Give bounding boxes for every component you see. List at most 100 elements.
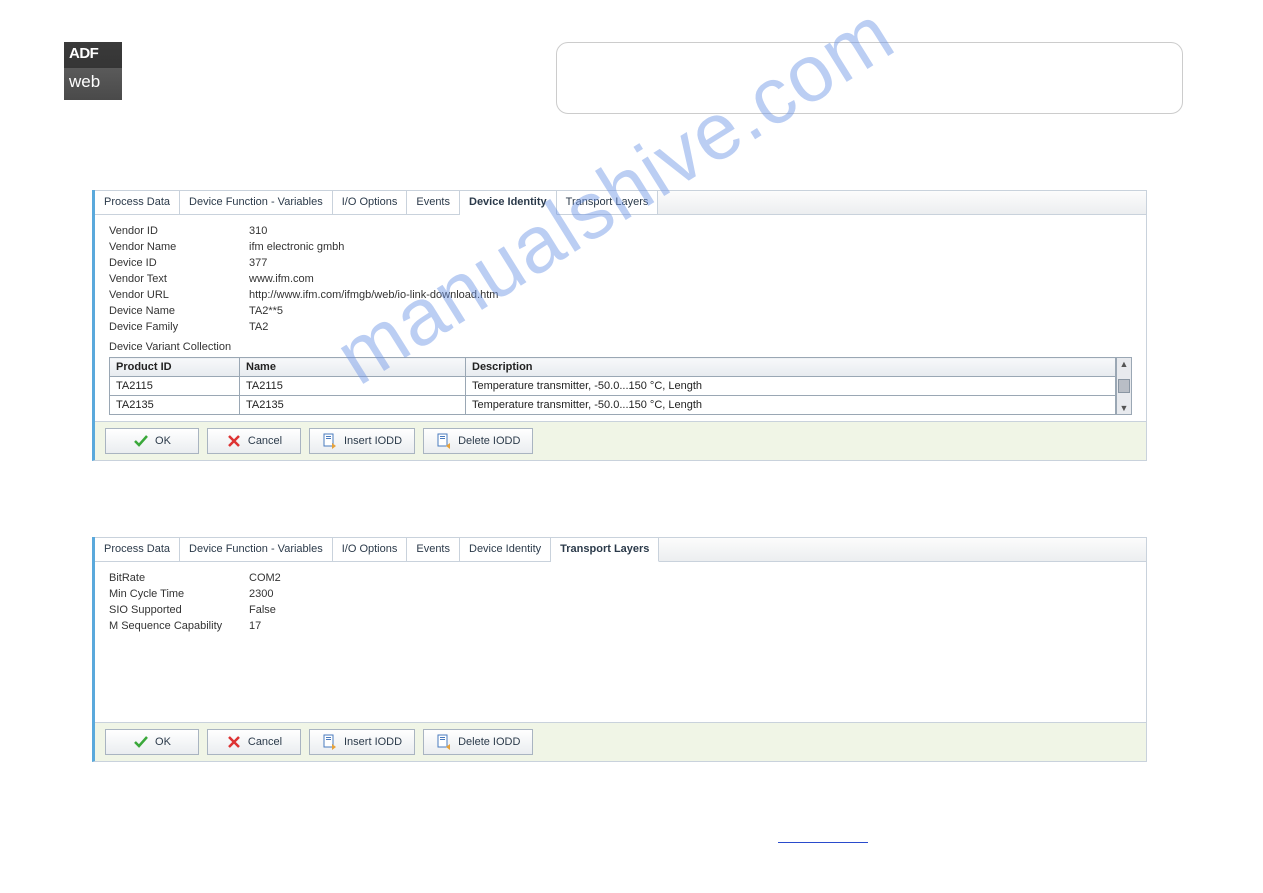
field-label: Vendor URL: [109, 289, 249, 301]
insert-iodd-label: Insert IODD: [344, 736, 402, 748]
field-value: www.ifm.com: [249, 273, 314, 285]
field-value: 377: [249, 257, 267, 269]
field-label: SIO Supported: [109, 604, 249, 616]
field-value: COM2: [249, 572, 281, 584]
field-label: Vendor ID: [109, 225, 249, 237]
cell-name: TA2135: [240, 396, 466, 415]
cell-description: Temperature transmitter, -50.0...150 °C,…: [466, 396, 1116, 415]
tab-events[interactable]: Events: [407, 191, 460, 214]
table-row[interactable]: TA2135 TA2135 Temperature transmitter, -…: [110, 396, 1116, 415]
cell-description: Temperature transmitter, -50.0...150 °C,…: [466, 377, 1116, 396]
kv-vendor-id: Vendor ID310: [109, 225, 1132, 237]
tab-device-function-variables[interactable]: Device Function - Variables: [180, 538, 333, 561]
ok-button[interactable]: OK: [105, 729, 199, 755]
col-name[interactable]: Name: [240, 358, 466, 377]
device-identity-panel: Process Data Device Function - Variables…: [92, 190, 1147, 461]
kv-min-cycle-time: Min Cycle Time2300: [109, 588, 1132, 600]
tab-device-function-variables[interactable]: Device Function - Variables: [180, 191, 333, 214]
cancel-label: Cancel: [248, 435, 282, 447]
kv-vendor-url: Vendor URLhttp://www.ifm.com/ifmgb/web/i…: [109, 289, 1132, 301]
delete-iodd-button[interactable]: Delete IODD: [423, 428, 533, 454]
table-header-row: Product ID Name Description: [110, 358, 1116, 377]
scroll-up-icon[interactable]: ▲: [1120, 359, 1129, 369]
kv-m-sequence-capability: M Sequence Capability17: [109, 620, 1132, 632]
logo-web: web: [64, 68, 122, 100]
field-value: False: [249, 604, 276, 616]
adfweb-logo: ADF web: [64, 42, 122, 100]
cancel-button[interactable]: Cancel: [207, 729, 301, 755]
footer-link-underline: [778, 842, 868, 843]
header-empty-box: [556, 42, 1183, 114]
field-value: 2300: [249, 588, 273, 600]
kv-sio-supported: SIO SupportedFalse: [109, 604, 1132, 616]
document-add-icon: [322, 734, 338, 750]
cell-product-id: TA2115: [110, 377, 240, 396]
cancel-label: Cancel: [248, 736, 282, 748]
scroll-down-icon[interactable]: ▼: [1120, 403, 1129, 413]
button-bar-1: OK Cancel Insert IODD Delete IODD: [95, 421, 1146, 460]
document-remove-icon: [436, 433, 452, 449]
field-value: TA2: [249, 321, 268, 333]
device-variant-table: Product ID Name Description TA2115 TA211…: [109, 357, 1116, 415]
cell-name: TA2115: [240, 377, 466, 396]
field-value: ifm electronic gmbh: [249, 241, 344, 253]
field-label: Vendor Text: [109, 273, 249, 285]
button-bar-2: OK Cancel Insert IODD Delete IODD: [95, 722, 1146, 761]
delete-iodd-label: Delete IODD: [458, 435, 520, 447]
cancel-button[interactable]: Cancel: [207, 428, 301, 454]
device-variant-table-wrapper: Product ID Name Description TA2115 TA211…: [109, 357, 1132, 415]
scroll-thumb[interactable]: [1118, 379, 1130, 393]
field-value: http://www.ifm.com/ifmgb/web/io-link-dow…: [249, 289, 498, 301]
col-description[interactable]: Description: [466, 358, 1116, 377]
table-row[interactable]: TA2115 TA2115 Temperature transmitter, -…: [110, 377, 1116, 396]
tab-transport-layers[interactable]: Transport Layers: [557, 191, 659, 214]
document-remove-icon: [436, 734, 452, 750]
field-label: Device Family: [109, 321, 249, 333]
panel2-body: BitRateCOM2 Min Cycle Time2300 SIO Suppo…: [95, 562, 1146, 722]
insert-iodd-label: Insert IODD: [344, 435, 402, 447]
col-product-id[interactable]: Product ID: [110, 358, 240, 377]
tab-io-options[interactable]: I/O Options: [333, 191, 408, 214]
cell-product-id: TA2135: [110, 396, 240, 415]
kv-device-name: Device NameTA2**5: [109, 305, 1132, 317]
field-label: Vendor Name: [109, 241, 249, 253]
field-label: BitRate: [109, 572, 249, 584]
kv-bitrate: BitRateCOM2: [109, 572, 1132, 584]
ok-button[interactable]: OK: [105, 428, 199, 454]
field-label: Min Cycle Time: [109, 588, 249, 600]
field-value: TA2**5: [249, 305, 283, 317]
ok-label: OK: [155, 435, 171, 447]
tabbar-2: Process Data Device Function - Variables…: [95, 537, 1146, 562]
kv-device-id: Device ID377: [109, 257, 1132, 269]
kv-device-family: Device FamilyTA2: [109, 321, 1132, 333]
tab-device-identity[interactable]: Device Identity: [460, 190, 557, 215]
transport-layers-panel: Process Data Device Function - Variables…: [92, 537, 1147, 762]
tab-process-data[interactable]: Process Data: [95, 538, 180, 561]
ok-label: OK: [155, 736, 171, 748]
field-label: Device ID: [109, 257, 249, 269]
document-add-icon: [322, 433, 338, 449]
tab-device-identity[interactable]: Device Identity: [460, 538, 551, 561]
kv-vendor-text: Vendor Textwww.ifm.com: [109, 273, 1132, 285]
tab-process-data[interactable]: Process Data: [95, 191, 180, 214]
device-variant-collection-label: Device Variant Collection: [109, 341, 1132, 353]
field-value: 310: [249, 225, 267, 237]
delete-iodd-label: Delete IODD: [458, 736, 520, 748]
tabbar-1: Process Data Device Function - Variables…: [95, 190, 1146, 215]
tabbar-filler: [659, 538, 1146, 561]
insert-iodd-button[interactable]: Insert IODD: [309, 428, 415, 454]
delete-iodd-button[interactable]: Delete IODD: [423, 729, 533, 755]
tab-io-options[interactable]: I/O Options: [333, 538, 408, 561]
field-label: M Sequence Capability: [109, 620, 249, 632]
logo-adf: ADF: [64, 42, 122, 68]
checkmark-icon: [133, 433, 149, 449]
tab-events[interactable]: Events: [407, 538, 460, 561]
x-icon: [226, 433, 242, 449]
x-icon: [226, 734, 242, 750]
tab-transport-layers[interactable]: Transport Layers: [551, 537, 659, 562]
field-label: Device Name: [109, 305, 249, 317]
field-value: 17: [249, 620, 261, 632]
insert-iodd-button[interactable]: Insert IODD: [309, 729, 415, 755]
table-vertical-scrollbar[interactable]: ▲ ▼: [1116, 357, 1132, 415]
panel1-body: Vendor ID310 Vendor Nameifm electronic g…: [95, 215, 1146, 421]
